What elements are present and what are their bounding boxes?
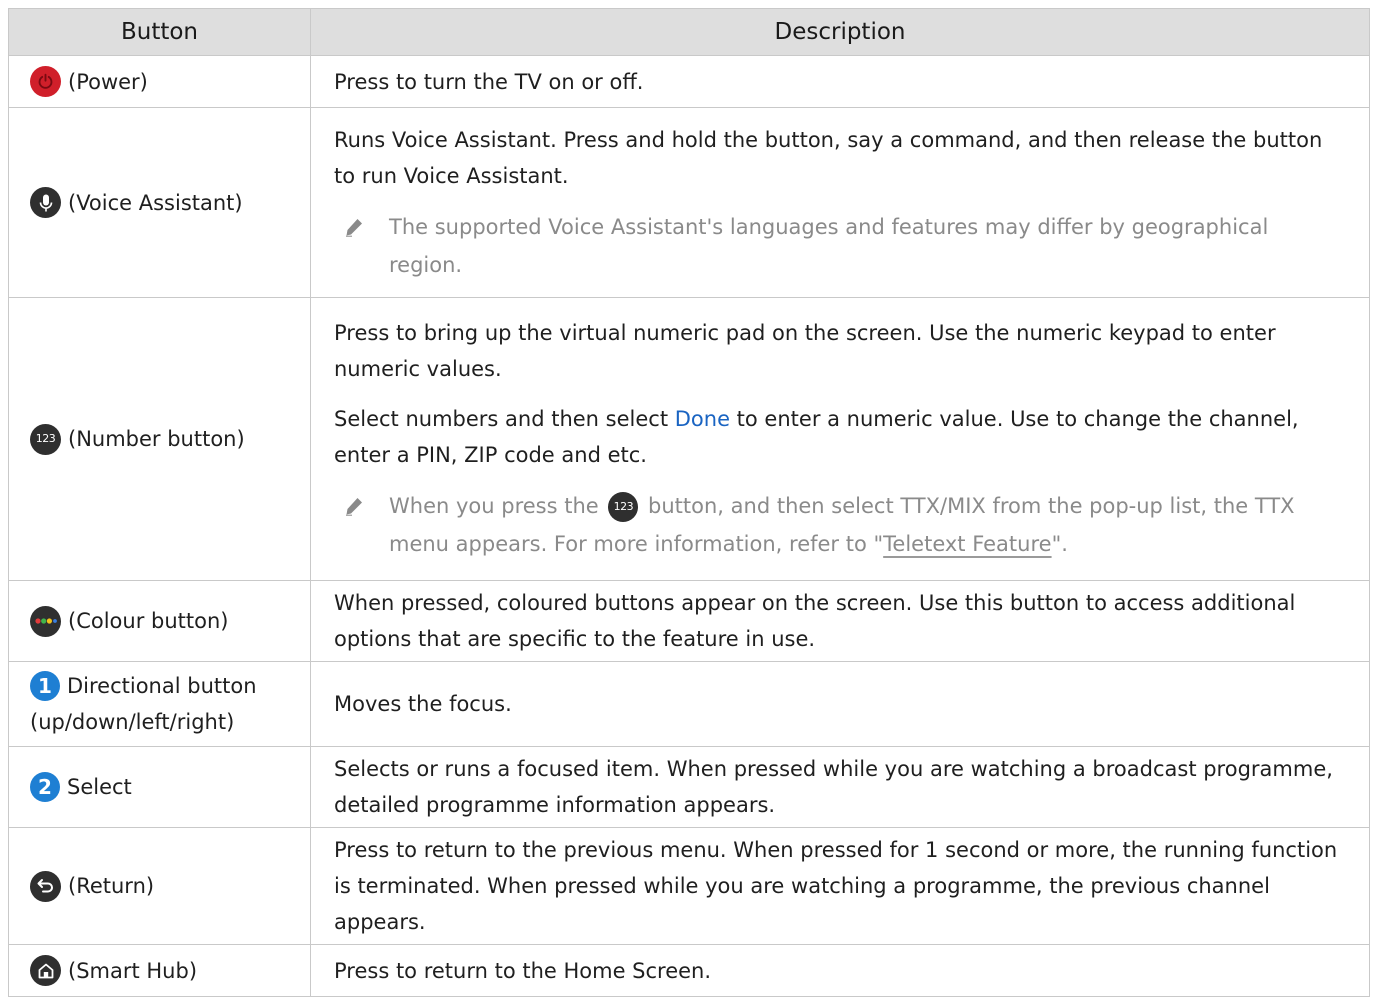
button-cell: 2 Select — [8, 746, 311, 828]
button-label: Directional button — [67, 674, 257, 698]
text-fragment: When you press the — [389, 494, 606, 518]
number-123-icon: 123 — [30, 423, 61, 455]
return-arrow-icon — [30, 870, 61, 902]
description-text: Runs Voice Assistant. Press and hold the… — [334, 127, 1323, 188]
button-cell: 1 Directional button (up/down/left/right… — [8, 661, 311, 747]
description-cell: Press to turn the TV on or off. — [310, 55, 1370, 108]
description-text: Press to return to the Home Screen. — [334, 958, 712, 983]
pencil-note-icon — [334, 208, 389, 284]
table-row: (Return) Press to return to the previous… — [8, 827, 1370, 945]
button-label: (Voice Assistant) — [68, 190, 243, 215]
description-text: Selects or runs a focused item. When pre… — [334, 757, 1333, 817]
description-cell: Press to return to the Home Screen. — [310, 944, 1370, 997]
description-cell: Moves the focus. — [310, 661, 1370, 747]
button-cell: (Smart Hub) — [8, 944, 311, 997]
description-cell: Press to return to the previous menu. Wh… — [310, 827, 1370, 945]
table-row: (Colour button) When pressed, coloured b… — [8, 580, 1370, 662]
pencil-note-icon — [334, 487, 389, 563]
description-text: When pressed, coloured buttons appear on… — [334, 591, 1296, 651]
number-123-icon: 123 — [608, 492, 639, 522]
table-row: (Voice Assistant) Runs Voice Assistant. … — [8, 107, 1370, 298]
description-text: Moves the focus. — [334, 692, 512, 716]
column-header-description: Description — [310, 8, 1370, 56]
description-text-2: Select numbers and then select Done to e… — [334, 401, 1345, 473]
badge-number-2: 2 — [30, 772, 60, 802]
description-text: Press to return to the previous menu. Wh… — [334, 838, 1338, 934]
colour-dots-icon — [30, 605, 61, 637]
table-row: (Power) Press to turn the TV on or off. — [8, 55, 1370, 108]
button-label: (Number button) — [68, 427, 245, 451]
table-row: 1 Directional button (up/down/left/right… — [8, 661, 1370, 747]
button-cell: 123 (Number button) — [8, 297, 311, 581]
description-text: Press to turn the TV on or off. — [334, 69, 644, 94]
done-keyword: Done — [674, 407, 730, 431]
button-label: Select — [67, 775, 132, 799]
note-text: The supported Voice Assistant's language… — [389, 214, 1269, 277]
teletext-feature-link[interactable]: Teletext Feature — [883, 532, 1051, 556]
button-label: (Colour button) — [68, 609, 229, 633]
text-fragment: Select numbers and then select — [334, 407, 675, 431]
button-label: (Smart Hub) — [68, 958, 198, 983]
description-cell: When pressed, coloured buttons appear on… — [310, 580, 1370, 662]
description-text: Press to bring up the virtual numeric pa… — [334, 321, 1276, 381]
text-fragment: ". — [1051, 532, 1068, 556]
note-text: When you press the 123 button, and then … — [389, 487, 1345, 563]
home-icon — [30, 955, 61, 986]
power-icon — [30, 66, 61, 97]
table-header-row: Button Description — [8, 8, 1370, 56]
table-row: (Smart Hub) Press to return to the Home … — [8, 944, 1370, 997]
description-cell: Press to bring up the virtual numeric pa… — [310, 297, 1370, 581]
microphone-icon — [30, 187, 61, 218]
badge-number-1: 1 — [30, 671, 60, 701]
remote-buttons-table: Button Description (Power) Press to turn… — [8, 8, 1370, 997]
button-label: (Power) — [68, 69, 148, 94]
column-header-button: Button — [8, 8, 311, 56]
note: The supported Voice Assistant's language… — [334, 208, 1345, 284]
button-cell: (Return) — [8, 827, 311, 945]
description-cell: Selects or runs a focused item. When pre… — [310, 746, 1370, 828]
table-row: 123 (Number button) Press to bring up th… — [8, 297, 1370, 581]
button-cell: (Colour button) — [8, 580, 311, 662]
button-cell: (Power) — [8, 55, 311, 108]
button-label-sub: (up/down/left/right) — [30, 710, 235, 734]
button-cell: (Voice Assistant) — [8, 107, 311, 298]
note: When you press the 123 button, and then … — [334, 487, 1345, 563]
description-cell: Runs Voice Assistant. Press and hold the… — [310, 107, 1370, 298]
table-row: 2 Select Selects or runs a focused item.… — [8, 746, 1370, 828]
button-label: (Return) — [68, 874, 155, 898]
